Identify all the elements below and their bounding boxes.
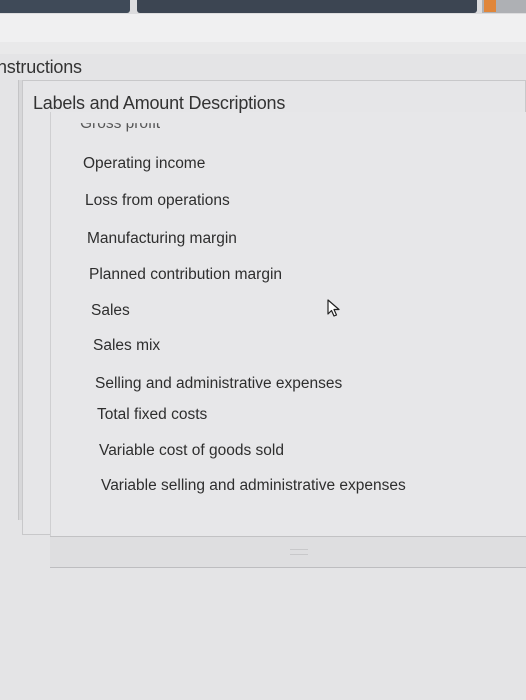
tab-accent (484, 0, 496, 12)
list-item: Total fixed costs (97, 406, 208, 423)
list-item: Planned contribution margin (89, 266, 283, 283)
instructions-title: nstructions (0, 57, 82, 77)
list-item: Manufacturing margin (87, 230, 237, 247)
browser-tab[interactable] (137, 0, 477, 13)
panel-title: Labels and Amount Descriptions (33, 93, 286, 113)
list-item: Variable cost of goods sold (99, 442, 284, 459)
list-item: Sales mix (93, 337, 161, 354)
mouse-pointer-icon (327, 299, 340, 317)
list-item: Variable selling and administrative expe… (101, 477, 406, 494)
list-item: Selling and administrative expenses (95, 375, 343, 392)
list-item: Loss from operations (85, 192, 230, 209)
browser-tab[interactable] (482, 0, 526, 13)
header-band (0, 14, 526, 43)
panel-resize-bar[interactable] (50, 536, 526, 568)
browser-tab[interactable] (0, 0, 130, 13)
list-item: Sales (91, 302, 130, 319)
list-item: Operating income (83, 155, 206, 172)
descriptions-list-area (50, 112, 526, 537)
resize-grip-icon[interactable] (290, 549, 308, 555)
browser-top-bar (0, 0, 526, 14)
header-band-lower (0, 42, 526, 54)
